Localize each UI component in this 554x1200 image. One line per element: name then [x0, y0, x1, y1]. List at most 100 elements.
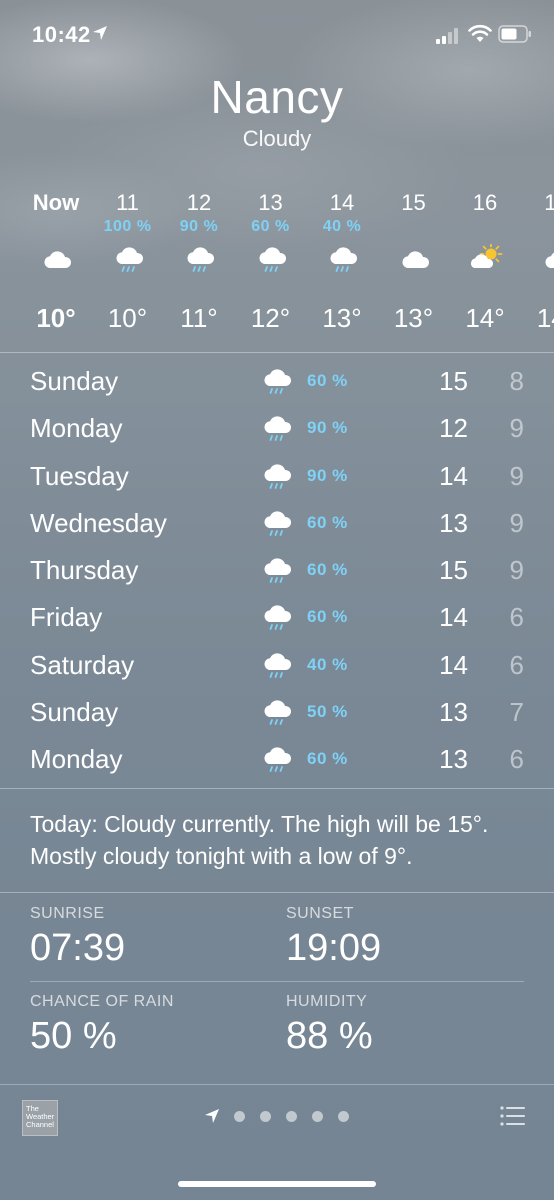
- hour-temperature: 11°: [180, 303, 218, 333]
- day-high-temp: 13: [439, 697, 468, 728]
- day-row: Wednesday 60 % 13 9: [0, 502, 554, 549]
- hour-label: Now: [32, 190, 80, 215]
- hour-temperature: 12°: [250, 303, 291, 333]
- hour-precip-chance: 90 %: [179, 218, 219, 235]
- detail-chance-of-rain: CHANCE OF RAIN 50 %: [30, 993, 174, 1058]
- day-low-temp: 6: [509, 649, 524, 680]
- hour-label: 16: [472, 190, 498, 215]
- day-name: Sunday: [30, 697, 119, 728]
- page-dot[interactable]: [338, 1111, 349, 1122]
- detail-label: HUMIDITY: [286, 993, 368, 1010]
- hour-column: 15 13°: [374, 180, 454, 352]
- cloud-icon: [40, 244, 74, 276]
- day-row: Thursday 60 % 15 9: [0, 549, 554, 596]
- cloud-rain-icon: [255, 244, 289, 276]
- hour-temperature: 13°: [322, 303, 362, 333]
- day-precip-chance: 60 %: [307, 560, 348, 580]
- day-high-temp: 13: [439, 507, 468, 538]
- wifi-icon: [468, 24, 492, 42]
- detail-value: 07:39: [30, 927, 126, 969]
- day-name: Friday: [30, 602, 103, 633]
- battery-icon: [498, 25, 531, 43]
- hour-column: Now 10°: [16, 180, 96, 352]
- divider: [0, 788, 554, 789]
- current-condition: Cloudy: [242, 126, 312, 151]
- day-name: Saturday: [30, 649, 135, 680]
- day-precip-chance: 60 %: [307, 607, 348, 627]
- divider: [0, 352, 554, 353]
- detail-label: CHANCE OF RAIN: [30, 993, 174, 1010]
- detail-label: SUNSET: [286, 905, 354, 922]
- status-bar: 10:42: [0, 0, 554, 70]
- day-name: Tuesday: [30, 460, 129, 491]
- day-row: Sunday 50 % 13 7: [0, 691, 554, 738]
- cloud-rain-icon: [183, 244, 217, 276]
- cellular-signal-icon: [436, 28, 458, 44]
- cloud-icon: [541, 244, 554, 276]
- day-row: Tuesday 90 % 14 9: [0, 455, 554, 502]
- cloud-rain-icon: [260, 602, 294, 634]
- cloud-rain-icon: [260, 461, 294, 493]
- bottom-toolbar: The Weather Channel: [0, 1085, 554, 1200]
- detail-label: SUNRISE: [30, 905, 105, 922]
- day-precip-chance: 90 %: [307, 418, 348, 438]
- day-high-temp: 15: [439, 555, 468, 586]
- current-location-arrow-icon: [205, 1109, 219, 1123]
- home-indicator[interactable]: [178, 1181, 376, 1187]
- divider: [0, 892, 554, 893]
- day-precip-chance: 60 %: [307, 512, 348, 532]
- day-row: Monday 60 % 13 6: [0, 738, 554, 785]
- day-high-temp: 14: [439, 649, 468, 680]
- day-low-temp: 9: [509, 413, 524, 444]
- partly-sunny-icon: [469, 242, 503, 276]
- day-name: Sunday: [30, 366, 119, 396]
- cloud-rain-icon: [260, 744, 294, 776]
- day-name: Monday: [30, 744, 123, 775]
- hour-label: 14: [329, 190, 355, 215]
- hour-temperature: 10°: [36, 303, 76, 333]
- day-precip-chance: 60 %: [307, 749, 348, 769]
- cloud-rain-icon: [260, 413, 294, 445]
- cloud-rain-icon: [326, 244, 360, 276]
- day-precip-chance: 90 %: [307, 465, 348, 485]
- day-name: Monday: [30, 413, 123, 444]
- day-row: Friday 60 % 14 6: [0, 596, 554, 643]
- page-dot[interactable]: [286, 1111, 297, 1122]
- hour-temperature: 14°: [536, 303, 554, 333]
- detail-value: 50 %: [30, 1015, 117, 1057]
- hour-label: 17: [544, 190, 554, 215]
- page-dot[interactable]: [312, 1111, 323, 1122]
- detail-sunrise: SUNRISE 07:39: [30, 905, 125, 970]
- hour-label: 11: [116, 190, 139, 215]
- detail-sunset: SUNSET 19:09: [286, 905, 381, 970]
- hour-column: 16 14°: [445, 180, 525, 352]
- hour-precip-chance: 40 %: [322, 218, 362, 235]
- day-low-temp: 8: [509, 366, 524, 396]
- hour-temperature: 10°: [107, 303, 148, 333]
- location-arrow-icon: [93, 26, 107, 40]
- hour-column: 12 90 % 11°: [159, 180, 239, 352]
- weather-channel-logo[interactable]: The Weather Channel: [22, 1100, 58, 1136]
- city-list-icon[interactable]: [500, 1105, 526, 1127]
- day-precip-chance: 50 %: [307, 702, 348, 722]
- page-dot[interactable]: [260, 1111, 271, 1122]
- hourly-forecast[interactable]: Now 10° 11 100 % 10° 12 90 % 11° 13 60 % 12° 14 40 %…: [0, 180, 554, 352]
- hour-label: 12: [186, 190, 212, 215]
- status-time: 10:42: [32, 22, 91, 47]
- detail-humidity: HUMIDITY 88 %: [286, 993, 373, 1058]
- day-low-temp: 7: [509, 697, 524, 728]
- day-precip-chance: 40 %: [307, 654, 348, 674]
- day-low-temp: 9: [509, 555, 524, 586]
- page-dot[interactable]: [234, 1111, 245, 1122]
- day-low-temp: 6: [509, 602, 524, 633]
- day-row: Sunday 60 % 15 8: [0, 360, 554, 407]
- day-name: Thursday: [30, 555, 139, 586]
- cloud-rain-icon: [260, 650, 294, 682]
- hour-column: 17 14°: [517, 180, 554, 352]
- cloud-icon: [398, 244, 432, 276]
- city-name: Nancy: [210, 71, 344, 123]
- hour-column: 13 60 % 12°: [231, 180, 311, 352]
- detail-value: 19:09: [286, 927, 382, 969]
- cloud-rain-icon: [260, 366, 294, 398]
- hour-temperature: 14°: [465, 303, 505, 333]
